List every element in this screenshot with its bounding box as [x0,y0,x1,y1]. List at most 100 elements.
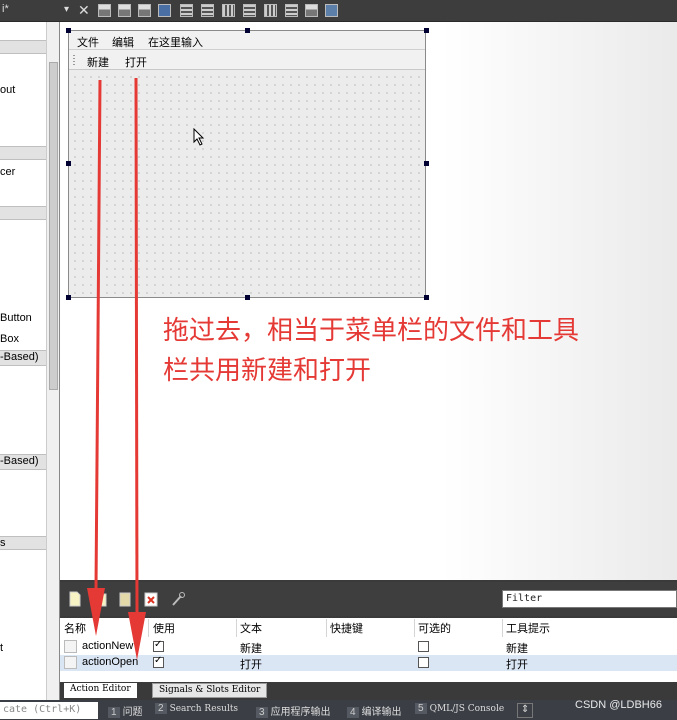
widget-item-label[interactable]: cer [0,166,15,178]
edit-buddies-icon[interactable] [138,4,151,17]
resize-handle[interactable] [424,28,429,33]
column-header-shortcut[interactable]: 快捷键 [330,620,363,636]
resize-handle[interactable] [245,28,250,33]
toolbar-grip-icon[interactable] [73,55,75,65]
pane-number: 2 [155,703,167,714]
column-divider [148,619,149,637]
delete-action-icon[interactable] [143,590,159,608]
resize-handle[interactable] [424,161,429,166]
tab-signals-slots-editor[interactable]: Signals & Slots Editor [152,683,268,698]
paste-action-icon[interactable] [117,590,133,608]
widget-item-label[interactable]: Button [0,312,32,324]
output-pane-search-results[interactable]: 2 Search Results [155,703,238,718]
widget-box-header[interactable] [0,40,46,54]
widget-box-scrollbar[interactable] [46,22,59,700]
file-tab-title[interactable]: i* [2,3,9,15]
column-header-tooltip[interactable]: 工具提示 [506,620,550,636]
form-menubar: 文件 编辑 在这里输入 [69,31,425,50]
resize-handle[interactable] [245,295,250,300]
column-header-text[interactable]: 文本 [240,620,262,636]
used-checkbox[interactable] [153,639,164,652]
widget-item-label[interactable]: Box [0,333,19,345]
widget-category-header[interactable]: s [0,536,46,550]
action-icon-placeholder [64,640,77,653]
output-pane-compile-output[interactable]: 4 编译输出 [347,703,402,718]
lay-out-vertically-icon[interactable] [201,4,214,17]
configure-icon[interactable] [170,590,186,608]
layout-vertical-icon[interactable] [118,4,131,17]
filter-input[interactable]: Filter [502,590,677,608]
checkable-checkbox[interactable] [418,657,429,668]
designer-toolbar: i* ▾ ✕ [0,0,677,22]
column-divider [502,619,503,637]
table-row[interactable]: actionOpen 打开 打开 [60,655,677,671]
pane-label: 编译输出 [361,707,402,718]
lay-out-splitter-v-icon[interactable] [243,4,256,17]
pane-label: Search Results [169,704,239,714]
action-text: 打开 [240,659,262,671]
lay-out-horizontally-icon[interactable] [180,4,193,17]
mouse-cursor-icon [193,128,205,146]
pane-number: 3 [256,707,268,718]
toolbar-action-open[interactable]: 打开 [125,54,147,70]
annotation-line-2: 栏共用新建和打开 [163,355,372,385]
break-layout-icon[interactable] [305,4,318,17]
column-divider [236,619,237,637]
annotation-line-1: 拖过去，相当于菜单栏的文件和工具 [163,315,580,345]
used-checkbox[interactable] [153,655,164,668]
edit-tab-order-icon[interactable] [158,4,171,17]
widget-category-header[interactable] [0,206,46,220]
adjust-size-icon[interactable] [325,4,338,17]
menu-type-here[interactable]: 在这里输入 [148,34,203,50]
category-label: s [0,537,6,549]
lay-out-grid-icon[interactable] [264,4,277,17]
widget-category-header[interactable] [0,146,46,160]
locator-input[interactable]: cate (Ctrl+K) [0,702,98,719]
new-action-icon[interactable] [67,590,83,608]
widget-item-label[interactable]: out [0,84,15,96]
widget-category-header[interactable]: -Based) [0,350,46,366]
lay-out-form-icon[interactable] [285,4,298,17]
output-pane-qml-console[interactable]: 5 QML/JS Console [415,703,504,718]
pane-number: 5 [415,703,427,714]
resize-handle[interactable] [66,161,71,166]
form-toolbar: 新建 打开 [69,50,425,70]
action-tooltip: 打开 [506,659,528,671]
action-icon-placeholder [64,656,77,669]
column-header-name[interactable]: 名称 [64,620,86,636]
column-divider [414,619,415,637]
pane-label: QML/JS Console [429,704,505,714]
resize-handle[interactable] [424,295,429,300]
action-text: 新建 [240,643,262,655]
menu-file[interactable]: 文件 [77,34,99,50]
menu-edit[interactable]: 编辑 [112,34,134,50]
scrollbar-thumb[interactable] [49,62,58,390]
lay-out-splitter-h-icon[interactable] [222,4,235,17]
chevron-down-icon[interactable]: ▾ [64,4,69,15]
resize-handle[interactable] [66,295,71,300]
action-name: actionOpen [82,656,139,668]
pane-number: 1 [108,707,120,718]
output-pane-app-output[interactable]: 3 应用程序输出 [256,703,331,718]
toolbar-action-new[interactable]: 新建 [87,54,109,70]
chevron-up-down-icon[interactable]: ⇕ [517,703,534,718]
resize-handle[interactable] [66,28,71,33]
action-tooltip: 新建 [506,643,528,655]
watermark: CSDN @LDBH66 [575,699,662,711]
copy-action-icon[interactable] [95,590,111,608]
action-name: actionNew [82,640,134,652]
output-pane-issues[interactable]: 1 问题 [108,703,143,718]
tab-action-editor[interactable]: Action Editor [64,683,137,698]
table-row[interactable]: actionNew 新建 新建 [60,639,677,655]
close-icon[interactable]: ✕ [78,2,90,19]
column-header-checkable[interactable]: 可选的 [418,620,451,636]
main-window-form[interactable] [68,30,426,298]
pane-label: 问题 [122,707,143,718]
widget-item-label[interactable]: t [0,642,3,654]
column-divider [326,619,327,637]
layout-horizontal-icon[interactable] [98,4,111,17]
category-label: -Based) [0,351,39,363]
column-header-used[interactable]: 使用 [153,620,175,636]
widget-category-header[interactable]: -Based) [0,454,46,470]
checkable-checkbox[interactable] [418,641,429,652]
